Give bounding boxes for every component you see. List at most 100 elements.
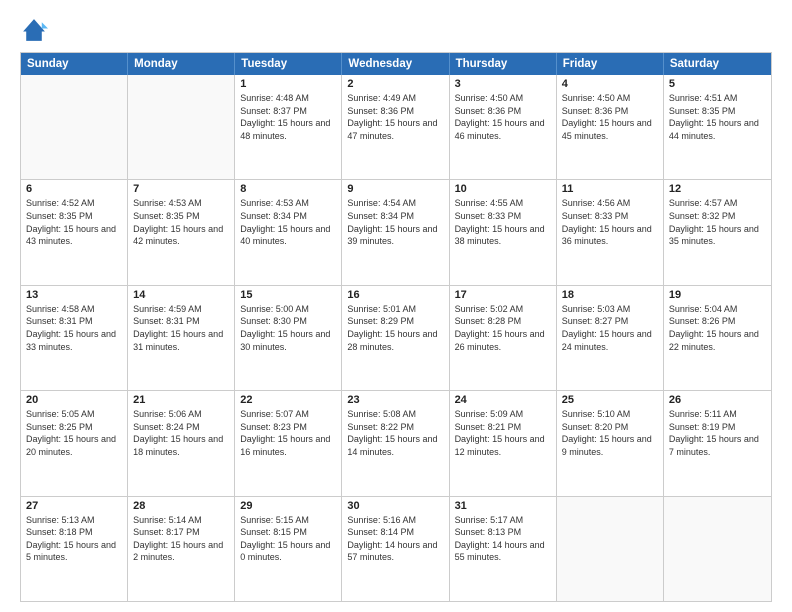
- cell-text: Sunset: 8:13 PM: [455, 526, 551, 539]
- cell-text: Sunset: 8:27 PM: [562, 315, 658, 328]
- cell-text: Sunset: 8:34 PM: [240, 210, 336, 223]
- calendar-cell-27: 27Sunrise: 5:13 AMSunset: 8:18 PMDayligh…: [21, 497, 128, 601]
- cell-text: Sunset: 8:15 PM: [240, 526, 336, 539]
- page: SundayMondayTuesdayWednesdayThursdayFrid…: [0, 0, 792, 612]
- calendar-cell-26: 26Sunrise: 5:11 AMSunset: 8:19 PMDayligh…: [664, 391, 771, 495]
- header-day-tuesday: Tuesday: [235, 53, 342, 75]
- cell-text: Sunset: 8:17 PM: [133, 526, 229, 539]
- cell-text: Sunset: 8:22 PM: [347, 421, 443, 434]
- cell-text: Sunrise: 5:09 AM: [455, 408, 551, 421]
- cell-text: Sunset: 8:32 PM: [669, 210, 766, 223]
- cell-text: Sunset: 8:20 PM: [562, 421, 658, 434]
- cell-text: Sunrise: 4:59 AM: [133, 303, 229, 316]
- day-number: 7: [133, 183, 229, 195]
- calendar-row-0: 1Sunrise: 4:48 AMSunset: 8:37 PMDaylight…: [21, 75, 771, 179]
- cell-text: Daylight: 15 hours and 40 minutes.: [240, 223, 336, 248]
- calendar-cell-5: 5Sunrise: 4:51 AMSunset: 8:35 PMDaylight…: [664, 75, 771, 179]
- calendar-cell-12: 12Sunrise: 4:57 AMSunset: 8:32 PMDayligh…: [664, 180, 771, 284]
- day-number: 27: [26, 500, 122, 512]
- calendar-cell-empty: [664, 497, 771, 601]
- calendar-cell-7: 7 Sunrise: 4:53 AMSunset: 8:35 PMDaylight…: [128, 180, 235, 284]
- cell-text: Daylight: 15 hours and 28 minutes.: [347, 328, 443, 353]
- calendar-row-1: 6Sunrise: 4:52 AMSunset: 8:35 PMDaylight…: [21, 179, 771, 284]
- cell-text: Daylight: 15 hours and 35 minutes.: [669, 223, 766, 248]
- cell-text: Daylight: 15 hours and 44 minutes.: [669, 117, 766, 142]
- day-number: 18: [562, 289, 658, 301]
- day-number: 30: [347, 500, 443, 512]
- day-number: 6: [26, 183, 122, 195]
- cell-text: Daylight: 14 hours and 55 minutes.: [455, 539, 551, 564]
- header-day-wednesday: Wednesday: [342, 53, 449, 75]
- cell-text: Sunset: 8:29 PM: [347, 315, 443, 328]
- cell-text: Daylight: 15 hours and 33 minutes.: [26, 328, 122, 353]
- cell-text: Daylight: 15 hours and 42 minutes.: [133, 223, 229, 248]
- day-number: 29: [240, 500, 336, 512]
- calendar-cell-30: 30Sunrise: 5:16 AMSunset: 8:14 PMDayligh…: [342, 497, 449, 601]
- day-number: 16: [347, 289, 443, 301]
- calendar-cell-25: 25 Sunrise: 5:10 AMSunset: 8:20 PMDayligh…: [557, 391, 664, 495]
- cell-text: Sunset: 8:23 PM: [240, 421, 336, 434]
- cell-text: Daylight: 15 hours and 45 minutes.: [562, 117, 658, 142]
- header-day-thursday: Thursday: [450, 53, 557, 75]
- day-number: 4: [562, 78, 658, 90]
- cell-text: Sunset: 8:33 PM: [455, 210, 551, 223]
- cell-text: Daylight: 15 hours and 9 minutes.: [562, 433, 658, 458]
- cell-text: Sunset: 8:21 PM: [455, 421, 551, 434]
- day-number: 25: [562, 394, 658, 406]
- cell-text: Daylight: 15 hours and 22 minutes.: [669, 328, 766, 353]
- cell-text: Sunrise: 4:50 AM: [562, 92, 658, 105]
- calendar-cell-empty: [557, 497, 664, 601]
- day-number: 17: [455, 289, 551, 301]
- calendar-cell-9: 9Sunrise: 4:54 AMSunset: 8:34 PMDaylight…: [342, 180, 449, 284]
- cell-text: Daylight: 15 hours and 46 minutes.: [455, 117, 551, 142]
- cell-text: Sunrise: 5:06 AM: [133, 408, 229, 421]
- calendar-cell-22: 22Sunrise: 5:07 AMSunset: 8:23 PMDayligh…: [235, 391, 342, 495]
- cell-text: Sunrise: 4:54 AM: [347, 197, 443, 210]
- cell-text: Sunset: 8:36 PM: [455, 105, 551, 118]
- calendar-cell-28: 28Sunrise: 5:14 AMSunset: 8:17 PMDayligh…: [128, 497, 235, 601]
- cell-text: Sunrise: 5:07 AM: [240, 408, 336, 421]
- day-number: 3: [455, 78, 551, 90]
- calendar-cell-23: 23Sunrise: 5:08 AMSunset: 8:22 PMDayligh…: [342, 391, 449, 495]
- day-number: 28: [133, 500, 229, 512]
- calendar-cell-21: 21Sunrise: 5:06 AMSunset: 8:24 PMDayligh…: [128, 391, 235, 495]
- calendar-body: 1Sunrise: 4:48 AMSunset: 8:37 PMDaylight…: [21, 75, 771, 601]
- day-number: 11: [562, 183, 658, 195]
- calendar-cell-18: 18Sunrise: 5:03 AMSunset: 8:27 PMDayligh…: [557, 286, 664, 390]
- cell-text: Sunset: 8:26 PM: [669, 315, 766, 328]
- calendar-cell-24: 24Sunrise: 5:09 AMSunset: 8:21 PMDayligh…: [450, 391, 557, 495]
- cell-text: Daylight: 15 hours and 31 minutes.: [133, 328, 229, 353]
- calendar-cell-3: 3Sunrise: 4:50 AMSunset: 8:36 PMDaylight…: [450, 75, 557, 179]
- cell-text: Sunset: 8:28 PM: [455, 315, 551, 328]
- cell-text: Daylight: 15 hours and 30 minutes.: [240, 328, 336, 353]
- cell-text: Daylight: 15 hours and 24 minutes.: [562, 328, 658, 353]
- cell-text: Daylight: 15 hours and 20 minutes.: [26, 433, 122, 458]
- calendar-header: SundayMondayTuesdayWednesdayThursdayFrid…: [21, 53, 771, 75]
- calendar-cell-20: 20Sunrise: 5:05 AMSunset: 8:25 PMDayligh…: [21, 391, 128, 495]
- calendar-cell-8: 8Sunrise: 4:53 AMSunset: 8:34 PMDaylight…: [235, 180, 342, 284]
- calendar-cell-6: 6Sunrise: 4:52 AMSunset: 8:35 PMDaylight…: [21, 180, 128, 284]
- cell-text: Sunrise: 4:53 AM: [133, 197, 229, 210]
- cell-text: Daylight: 15 hours and 38 minutes.: [455, 223, 551, 248]
- logo: [20, 16, 52, 44]
- day-number: 26: [669, 394, 766, 406]
- cell-text: Sunrise: 4:55 AM: [455, 197, 551, 210]
- logo-icon: [20, 16, 48, 44]
- day-number: 2: [347, 78, 443, 90]
- cell-text: Sunrise: 5:00 AM: [240, 303, 336, 316]
- calendar-cell-13: 13Sunrise: 4:58 AMSunset: 8:31 PMDayligh…: [21, 286, 128, 390]
- cell-text: Sunrise: 5:16 AM: [347, 514, 443, 527]
- calendar-cell-31: 31Sunrise: 5:17 AMSunset: 8:13 PMDayligh…: [450, 497, 557, 601]
- cell-text: Daylight: 15 hours and 26 minutes.: [455, 328, 551, 353]
- header-day-sunday: Sunday: [21, 53, 128, 75]
- header-day-monday: Monday: [128, 53, 235, 75]
- calendar-row-4: 27Sunrise: 5:13 AMSunset: 8:18 PMDayligh…: [21, 496, 771, 601]
- cell-text: Sunset: 8:35 PM: [133, 210, 229, 223]
- calendar-cell-4: 4Sunrise: 4:50 AMSunset: 8:36 PMDaylight…: [557, 75, 664, 179]
- cell-text: Sunrise: 5:10 AM: [562, 408, 658, 421]
- cell-text: Sunrise: 4:51 AM: [669, 92, 766, 105]
- cell-text: Sunrise: 5:15 AM: [240, 514, 336, 527]
- cell-text: Sunset: 8:35 PM: [669, 105, 766, 118]
- cell-text: Sunrise: 5:08 AM: [347, 408, 443, 421]
- calendar-cell-empty: [21, 75, 128, 179]
